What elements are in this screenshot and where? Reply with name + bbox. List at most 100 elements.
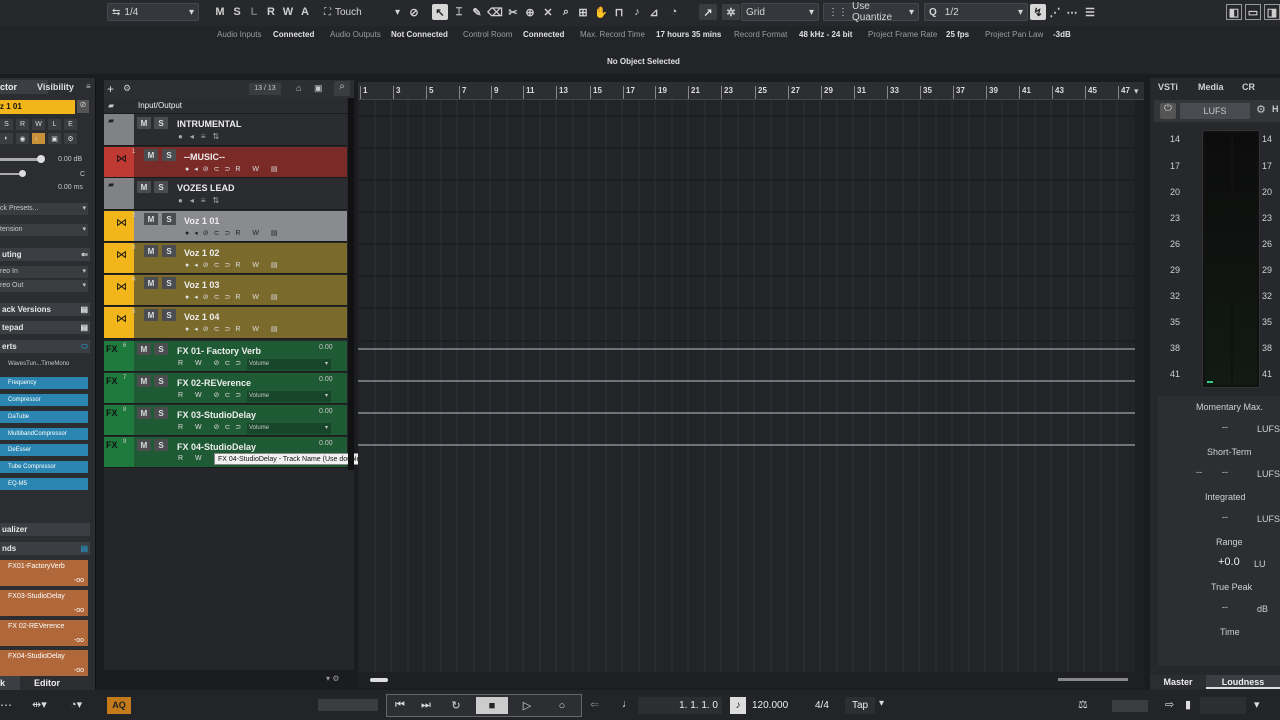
state-l-button[interactable]: L [48, 119, 61, 130]
automation-param-select[interactable]: Volume ▾ [247, 423, 331, 434]
volume-handle[interactable] [37, 155, 45, 163]
state-a-button[interactable]: A [297, 4, 313, 20]
track-controls[interactable]: R W ⊘⊂⊃ [178, 423, 246, 431]
punch-icon[interactable]: ⇐ [590, 698, 599, 711]
window-layout-icon[interactable]: ☰ [1082, 4, 1098, 20]
horizontal-scrollbar[interactable] [358, 672, 1144, 688]
mute-button[interactable]: M [137, 343, 151, 355]
draw-tool[interactable]: ✎ [469, 4, 485, 20]
tab-h[interactable]: H [1272, 104, 1279, 114]
notes-icon[interactable]: ♩ [32, 133, 45, 144]
track-controls[interactable]: R W ⊘⊂⊃ [178, 359, 246, 367]
track-name[interactable]: INTRUMENTAL [177, 119, 241, 129]
section-equalizer[interactable]: ualizer [0, 523, 90, 536]
iterative-quantize-button[interactable]: ↯ [1030, 4, 1046, 20]
send-slot-1[interactable]: FX01-FactoryVerb -oo [0, 560, 88, 586]
snap-toggle[interactable]: ↗ [699, 4, 717, 20]
track-intrumental[interactable]: ▰ M S INTRUMENTAL ●◂≡⇅ [104, 114, 347, 146]
track-controls[interactable]: ●◂⊘⊂⊃R W ▤ [185, 293, 283, 301]
solo-button[interactable]: S [162, 149, 176, 161]
track-automation-value[interactable]: 0.00 [319, 376, 333, 383]
output-routing-select[interactable]: reo Out ▾ [0, 280, 88, 292]
menu-icon[interactable]: ≡ [86, 82, 91, 91]
track-music[interactable]: ⋈ 1 M S --MUSIC-- ●◂⊘⊂⊃R W ▤ [104, 147, 347, 178]
state-r-button[interactable]: R [263, 4, 279, 20]
input-icon[interactable]: ⇨ [1165, 698, 1174, 711]
ruler-menu-icon[interactable]: ▾ [1134, 86, 1139, 97]
play-button[interactable]: ▷ [515, 697, 539, 714]
vertical-scrollbar[interactable] [1135, 100, 1143, 672]
send-slot-4[interactable]: FX04-StudioDelay -oo [0, 650, 88, 676]
line-tool[interactable]: ⊿ [646, 4, 662, 20]
edit-channel-icon[interactable]: ⊘ [77, 100, 89, 113]
mute-button[interactable]: M [137, 117, 151, 129]
track-name[interactable]: Voz 1 01 [184, 216, 219, 226]
track-automation-value[interactable]: 0.00 [319, 408, 333, 415]
track-automation-value[interactable]: 0.00 [319, 344, 333, 351]
lock-icon[interactable]: ▣ [48, 133, 61, 144]
sync-icon[interactable]: ⚖ [1078, 698, 1088, 711]
settings-icon[interactable]: ⚙ [64, 133, 77, 144]
track-voz-1-04[interactable]: ⋈ 5 M S Voz 1 04 ●◂⊘⊂⊃R W ▤ [104, 307, 347, 339]
split-tool[interactable]: ✂ [505, 4, 521, 20]
mute-button[interactable]: M [137, 375, 151, 387]
insert-slot-6[interactable]: DeEsser [0, 444, 88, 456]
transport-left-icon[interactable]: ⋯ [0, 698, 12, 712]
add-track-icon[interactable]: + [107, 82, 114, 96]
glue-tool[interactable]: ⊕ [522, 4, 538, 20]
input-routing-select[interactable]: reo In ▾ [0, 266, 88, 278]
panel-left-icon[interactable]: ◧ [1226, 4, 1242, 20]
track-name[interactable]: Voz 1 03 [184, 280, 219, 290]
tap-button[interactable]: Tap [845, 697, 875, 714]
solo-button[interactable]: S [154, 117, 168, 129]
object-select-tool[interactable]: ↖ [432, 4, 448, 20]
grid-type-select[interactable]: Grid ▾ [741, 3, 819, 21]
track-name[interactable]: FX 03-StudioDelay [177, 410, 256, 420]
solo-button[interactable]: S [154, 375, 168, 387]
scroll-thumb[interactable] [370, 678, 388, 682]
tab-media[interactable]: Media [1198, 82, 1224, 92]
track-controls[interactable]: ●◂⊘⊂⊃R W ▤ [185, 325, 283, 333]
power-icon[interactable]: ⏻ [1160, 103, 1176, 119]
track-fx-03[interactable]: FX 8 M S FX 03-StudioDelay 0.00 R W ⊘⊂⊃ … [104, 405, 347, 436]
mute-button[interactable]: M [137, 407, 151, 419]
hand-tool[interactable]: ✋ [593, 4, 609, 20]
mute-button[interactable]: M [144, 245, 158, 257]
state-r-button[interactable]: R [16, 119, 29, 130]
track-name[interactable]: --MUSIC-- [184, 152, 225, 162]
section-track-versions[interactable]: ack Versions ▤ [0, 303, 90, 316]
tab-editor[interactable]: Editor [20, 676, 90, 690]
mute-button[interactable]: M [144, 277, 158, 289]
insert-slot-8[interactable]: EQ-M5 [0, 478, 88, 490]
track-folder-icon[interactable]: ⚙ [123, 83, 131, 94]
mute-button[interactable]: M [144, 309, 158, 321]
mute-button[interactable]: M [137, 439, 151, 451]
tab-loudness[interactable]: Loudness [1206, 675, 1280, 689]
insert-slot-1[interactable]: WavesTun...TimeMono [8, 361, 69, 367]
project-area[interactable] [358, 100, 1135, 672]
mute-button[interactable]: M [137, 181, 151, 193]
home-icon[interactable]: ⌂ [296, 83, 301, 93]
track-name[interactable]: FX 01- Factory Verb [177, 346, 261, 356]
track-name[interactable]: VOZES LEAD [177, 183, 235, 193]
cycle-button[interactable]: ↻ [444, 697, 468, 714]
track-name[interactable]: Input/Output [138, 101, 182, 110]
state-s-button[interactable]: S [229, 4, 245, 20]
snap-type-icon[interactable]: ✲ [722, 4, 740, 20]
solo-button[interactable]: S [162, 309, 176, 321]
color-tool[interactable]: ◔ [666, 4, 682, 20]
rec-icon[interactable]: ◉ [16, 133, 29, 144]
state-w-button[interactable]: W [280, 4, 296, 20]
solo-button[interactable]: S [162, 277, 176, 289]
marker-icon[interactable]: ⇹▾ [32, 698, 47, 711]
volume-slider[interactable] [0, 158, 40, 161]
mute-button[interactable]: M [144, 149, 158, 161]
track-fx-01[interactable]: FX 6 M S FX 01- Factory Verb 0.00 R W ⊘⊂… [104, 341, 347, 372]
monitor-icon[interactable]: ◐ [0, 133, 13, 144]
track-controls[interactable]: ●◂⊘⊂⊃R W ▤ [185, 229, 283, 237]
track-input-output[interactable]: ▰ Input/Output [104, 98, 347, 114]
send-slot-3[interactable]: FX 02-REVerence -oo [0, 620, 88, 646]
track-controls[interactable]: R W [178, 455, 207, 462]
mute-button[interactable]: M [144, 213, 158, 225]
track-name[interactable]: FX 02-REVerence [177, 378, 251, 388]
